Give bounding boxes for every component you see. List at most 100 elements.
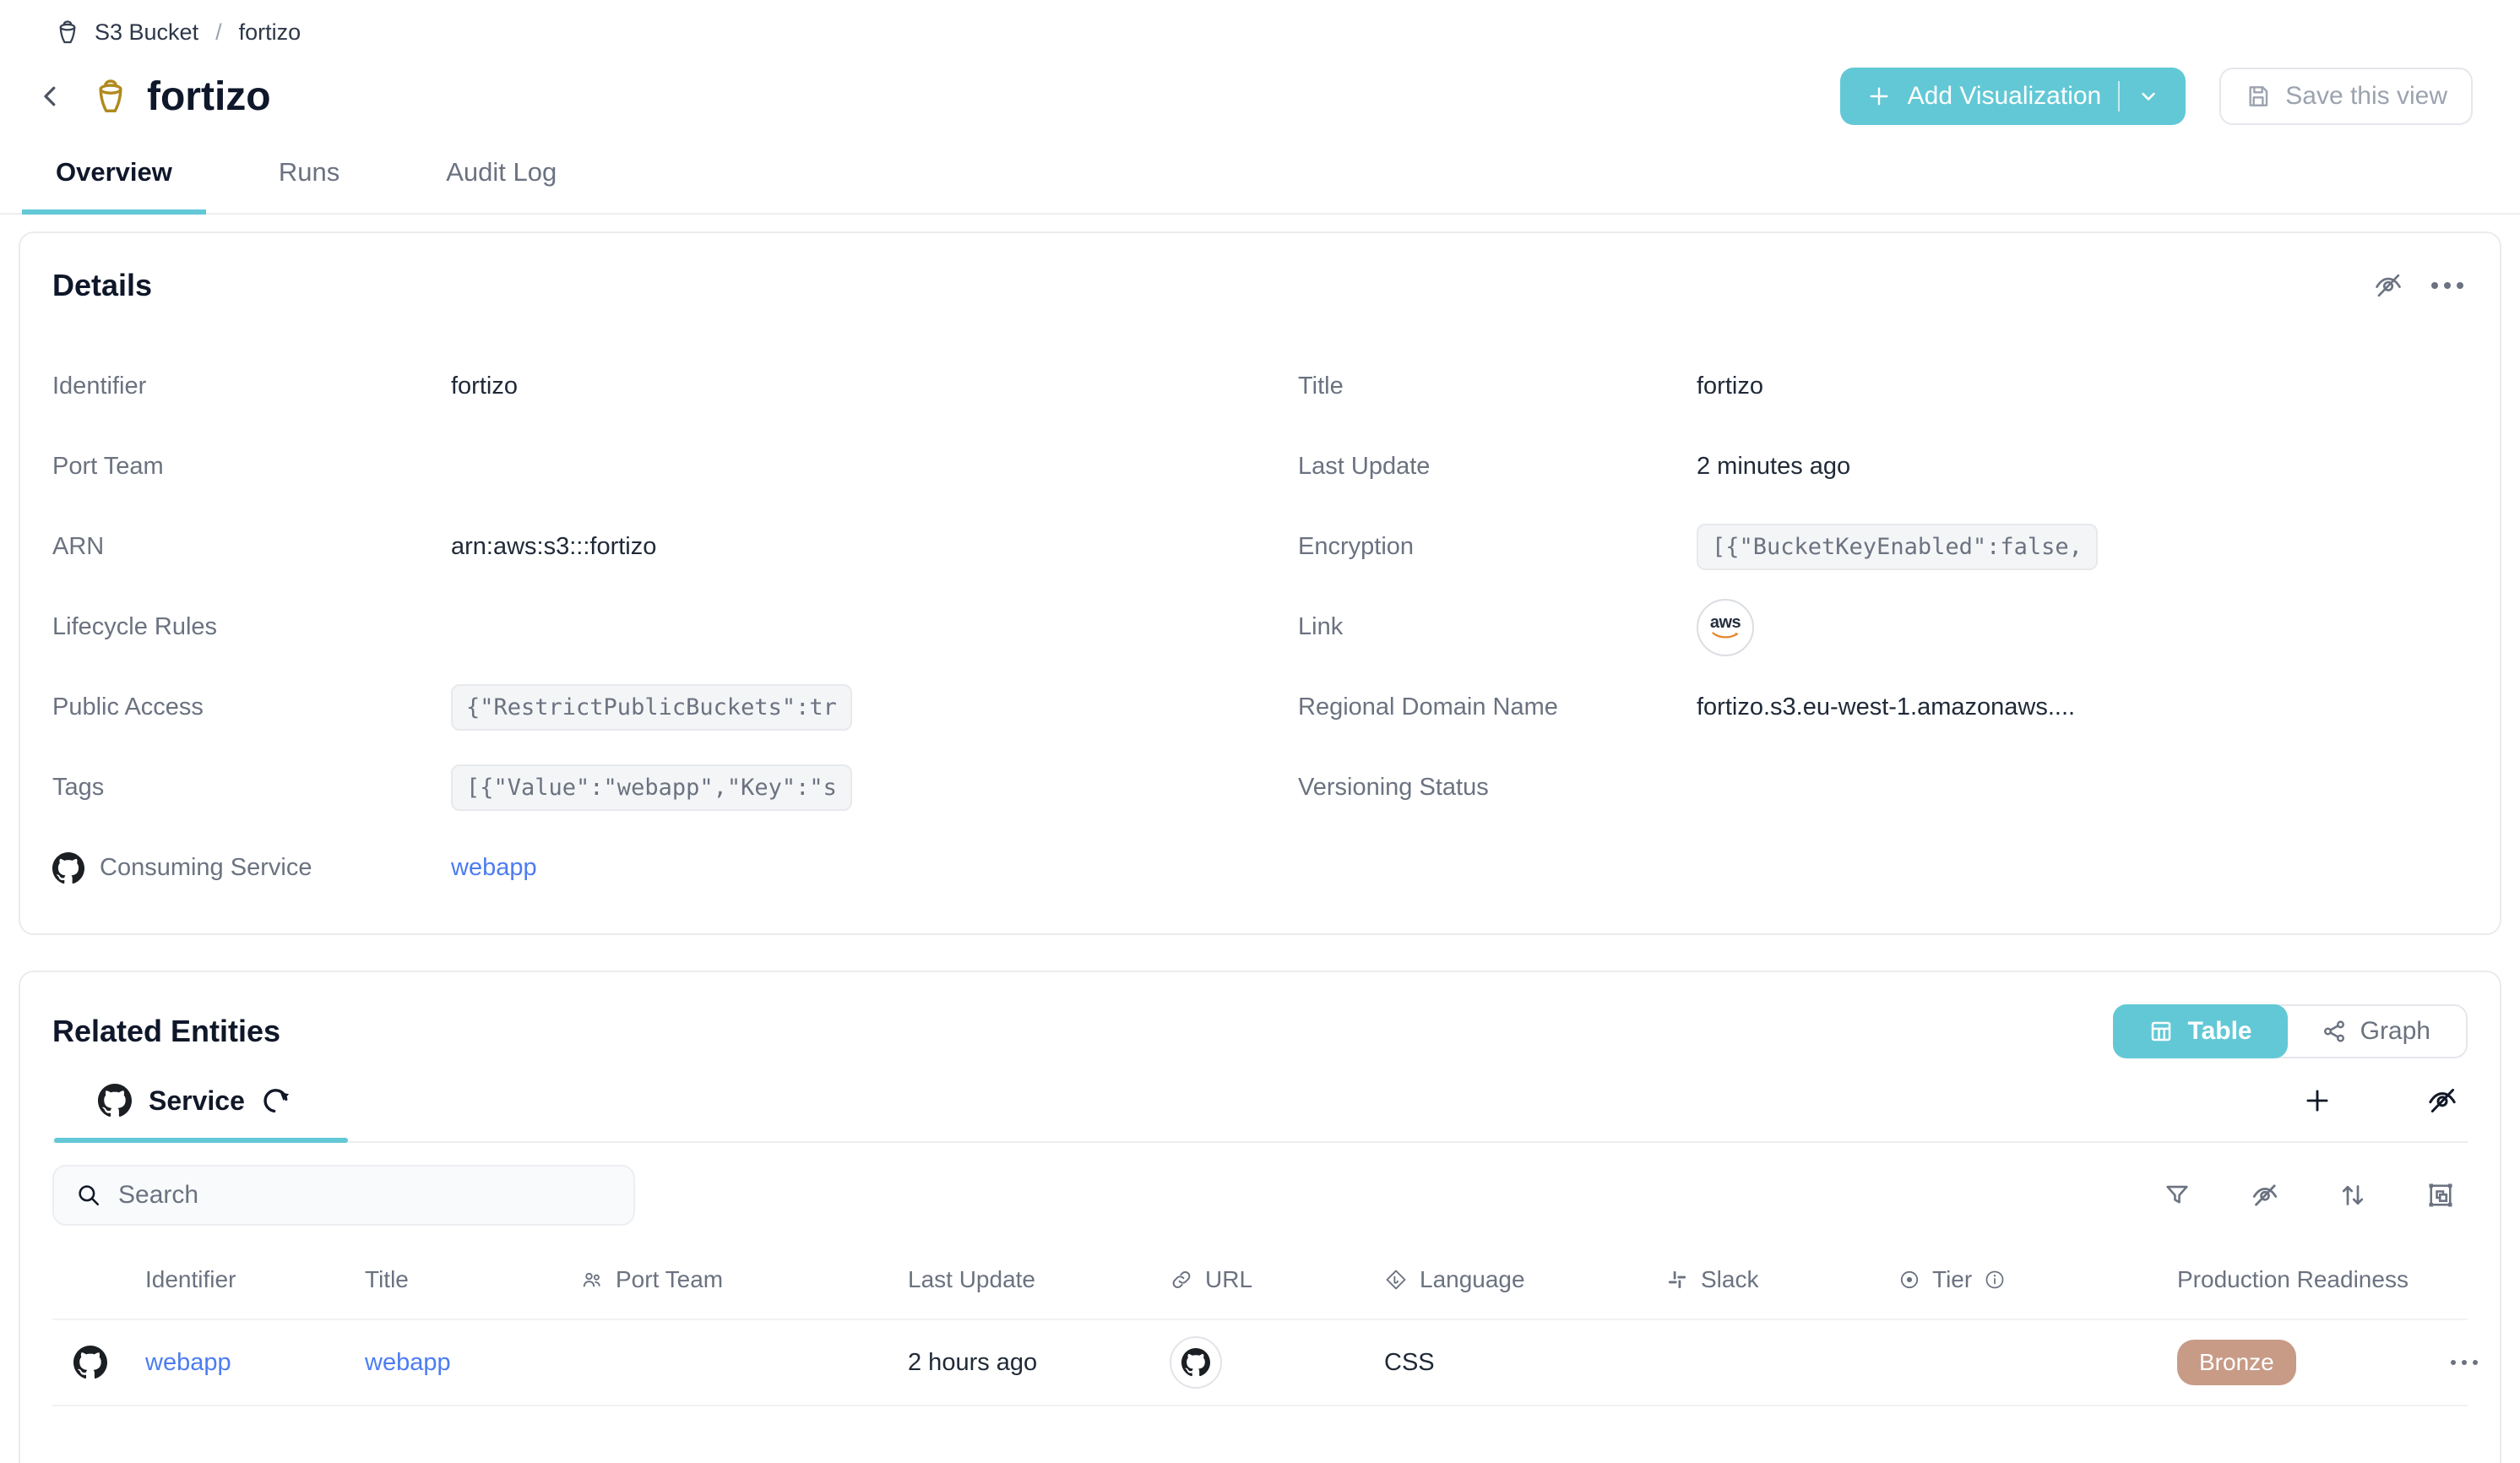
field-label: Port Team	[52, 453, 451, 481]
field-value: arn:aws:s3:::fortizo	[451, 533, 656, 561]
column-last-update[interactable]: Last Update	[891, 1266, 1153, 1293]
back-button[interactable]	[30, 76, 71, 117]
field-label-text: Consuming Service	[100, 854, 312, 882]
column-label: Last Update	[908, 1266, 1035, 1293]
plus-icon[interactable]	[2297, 1080, 2338, 1121]
field-consuming-service: Consuming Service webapp	[52, 828, 1222, 908]
eye-slash-icon[interactable]	[2245, 1175, 2285, 1216]
bucket-icon	[54, 19, 81, 46]
field-label: Encryption	[1298, 533, 1697, 561]
field-last-update: Last Update 2 minutes ago	[1298, 427, 2468, 507]
info-icon[interactable]	[1984, 1269, 2006, 1291]
aws-label: aws	[1710, 614, 1741, 631]
json-chip[interactable]: [{"BucketKeyEnabled":false,	[1697, 524, 2098, 570]
related-actions	[2297, 1080, 2468, 1121]
field-label: Title	[1298, 373, 1697, 400]
save-icon	[2245, 83, 2272, 110]
field-label: ARN	[52, 533, 451, 561]
field-link: Link aws	[1298, 587, 2468, 667]
github-icon	[73, 1346, 107, 1379]
graph-view-button[interactable]: Graph	[2286, 1006, 2466, 1057]
bucket-icon	[91, 77, 130, 116]
breadcrumb: S3 Bucket / fortizo	[0, 0, 2520, 46]
table-header: Identifier Title Port Team Last Update	[52, 1241, 2468, 1319]
details-grid: Identifier fortizo Port Team ARN arn:aws…	[52, 346, 2468, 908]
row-url-github-link[interactable]	[1170, 1336, 1222, 1389]
tab-service[interactable]: Service	[98, 1084, 292, 1118]
field-value: fortizo	[1697, 373, 1763, 400]
tab-overview[interactable]: Overview	[22, 152, 206, 215]
group-icon[interactable]	[2420, 1175, 2461, 1216]
search-box[interactable]	[52, 1165, 635, 1226]
table-icon	[2148, 1019, 2174, 1044]
column-label: Production Readiness	[2177, 1266, 2409, 1293]
entity-tabs: Overview Runs Audit Log	[0, 152, 2520, 215]
column-language[interactable]: Language	[1367, 1266, 1648, 1293]
github-icon	[52, 852, 84, 884]
table-toolbar	[52, 1165, 2468, 1226]
related-entity-link[interactable]: webapp	[451, 854, 537, 882]
eye-slash-icon[interactable]	[2422, 1080, 2463, 1121]
column-label: Tier	[1932, 1266, 1972, 1293]
field-lifecycle-rules: Lifecycle Rules	[52, 587, 1222, 667]
save-view-button[interactable]: Save this view	[2219, 68, 2473, 125]
field-title: Title fortizo	[1298, 346, 2468, 427]
field-value: fortizo	[451, 373, 518, 400]
aws-icon[interactable]: aws	[1697, 599, 1754, 656]
related-tab-row: Service	[52, 1080, 2468, 1121]
field-tags: Tags [{"Value":"webapp","Key":"s	[52, 748, 1222, 828]
column-tier[interactable]: Tier	[1882, 1266, 2160, 1293]
page-title: fortizo	[147, 73, 271, 120]
language-icon	[1384, 1268, 1408, 1292]
search-input[interactable]	[118, 1181, 613, 1210]
related-tab-underline	[52, 1141, 2468, 1143]
field-port-team: Port Team	[52, 427, 1222, 507]
search-icon	[74, 1181, 103, 1210]
column-identifier[interactable]: Identifier	[128, 1266, 348, 1293]
table-view-button[interactable]: Table	[2113, 1004, 2287, 1058]
column-url[interactable]: URL	[1153, 1266, 1367, 1293]
field-label: Public Access	[52, 693, 451, 721]
column-title[interactable]: Title	[348, 1266, 563, 1293]
column-label: Identifier	[145, 1266, 236, 1293]
field-label: Lifecycle Rules	[52, 613, 451, 641]
json-chip[interactable]: {"RestrictPublicBuckets":tr	[451, 684, 852, 731]
field-label: Consuming Service	[52, 852, 451, 884]
filter-icon[interactable]	[2157, 1175, 2197, 1216]
field-value: 2 minutes ago	[1697, 453, 1850, 481]
production-readiness-badge: Bronze	[2177, 1340, 2296, 1385]
column-production-readiness[interactable]: Production Readiness	[2160, 1266, 2444, 1293]
column-slack[interactable]: Slack	[1648, 1266, 1882, 1293]
related-entities-title: Related Entities	[52, 1014, 280, 1049]
row-title-link[interactable]: webapp	[365, 1349, 451, 1376]
graph-view-label: Graph	[2360, 1017, 2430, 1046]
link-icon	[1170, 1268, 1193, 1292]
field-regional-domain-name: Regional Domain Name fortizo.s3.eu-west-…	[1298, 667, 2468, 748]
button-divider	[2118, 81, 2120, 111]
team-icon	[580, 1268, 604, 1292]
tab-runs[interactable]: Runs	[245, 152, 373, 215]
tab-audit-log[interactable]: Audit Log	[412, 152, 590, 215]
field-label: Last Update	[1298, 453, 1697, 481]
chevron-down-icon[interactable]	[2137, 84, 2160, 108]
column-port-team[interactable]: Port Team	[563, 1266, 891, 1293]
details-title: Details	[52, 268, 152, 303]
view-toggle: Table Graph	[2113, 1004, 2468, 1058]
tier-icon	[1898, 1269, 1920, 1291]
eye-slash-icon[interactable]	[2368, 265, 2409, 306]
row-ellipsis-icon[interactable]	[2444, 1342, 2485, 1383]
field-versioning-status: Versioning Status	[1298, 748, 2468, 828]
breadcrumb-separator: /	[212, 19, 225, 46]
table-row[interactable]: webapp webapp 2 hours ago CSS Bronze	[52, 1319, 2468, 1406]
add-visualization-button[interactable]: Add Visualization	[1840, 68, 2186, 125]
breadcrumb-entity: fortizo	[239, 19, 301, 46]
field-value: fortizo.s3.eu-west-1.amazonaws....	[1697, 693, 2075, 721]
field-label: Link	[1298, 613, 1697, 641]
ellipsis-icon[interactable]	[2427, 265, 2468, 306]
sort-icon[interactable]	[2333, 1175, 2373, 1216]
column-label: Title	[365, 1266, 409, 1293]
json-chip[interactable]: [{"Value":"webapp","Key":"s	[451, 764, 852, 811]
row-identifier-link[interactable]: webapp	[145, 1349, 231, 1376]
breadcrumb-blueprint[interactable]: S3 Bucket	[95, 19, 198, 46]
github-icon	[98, 1084, 132, 1118]
